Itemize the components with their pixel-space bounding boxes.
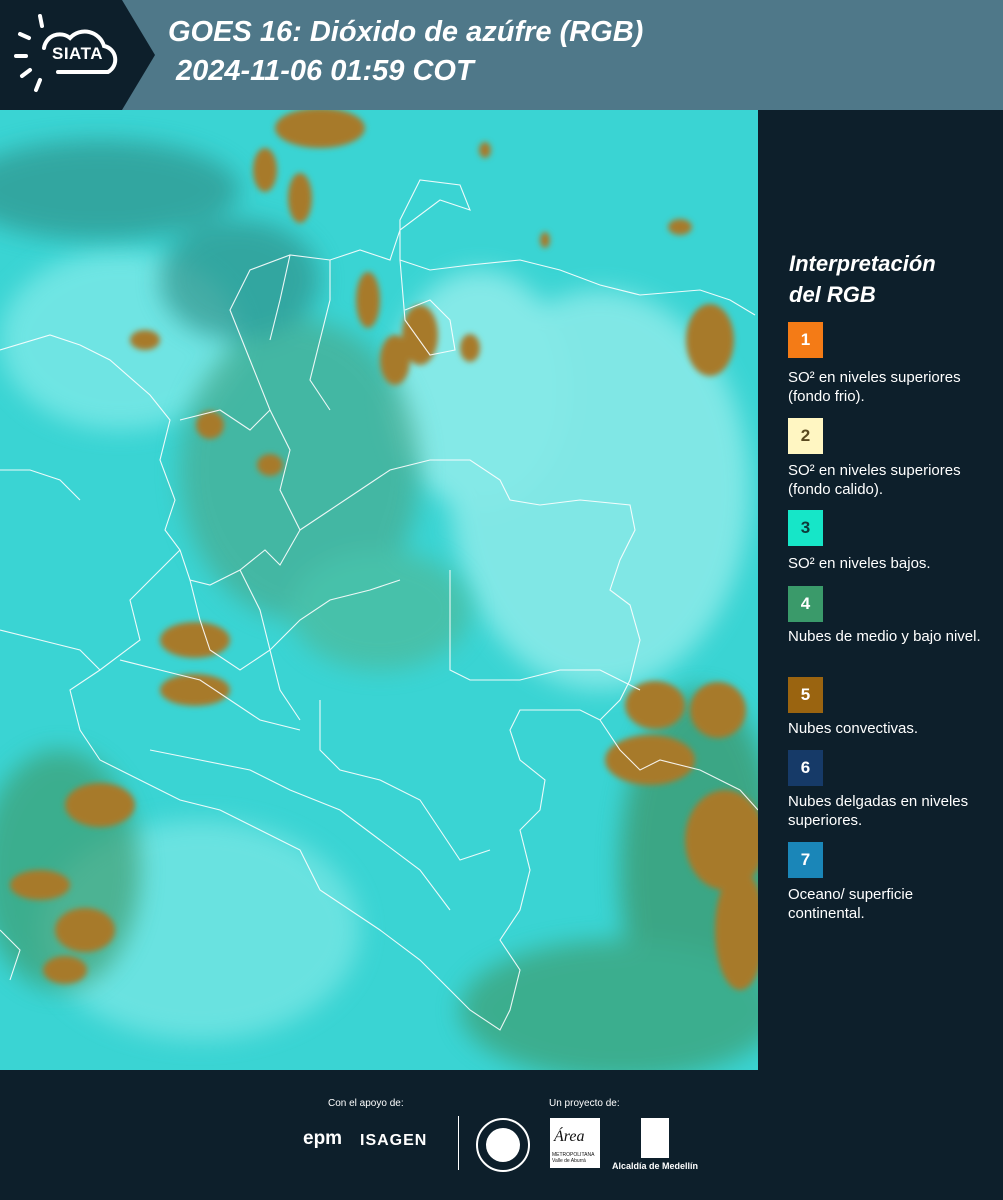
alcaldia-label: Alcaldía de Medellín — [612, 1161, 699, 1171]
legend-number-2: 2 — [800, 426, 811, 445]
legend-number-5: 5 — [800, 685, 811, 704]
isagen-logo: ISAGEN — [360, 1132, 428, 1149]
legend-swatch-6: 6 — [788, 750, 823, 786]
legend-label-7: Oceano/ superficie continental. — [788, 886, 914, 922]
legend-title: Interpretación del RGB — [789, 248, 989, 310]
legend-swatch-5: 5 — [788, 677, 823, 713]
legend-label-2: SO² en niveles superiores (fondo calido)… — [788, 462, 961, 498]
legend-swatch-2: 2 — [788, 418, 823, 454]
footer: Con el apoyo de: Un proyecto de: epm ISA… — [0, 1070, 1003, 1200]
legend-panel: Interpretación del RGB 1 SO² en niveles … — [758, 110, 1003, 1070]
legend-label-5: Nubes convectivas. — [788, 720, 919, 737]
legend-number-4: 4 — [800, 594, 811, 613]
legend-swatch-4: 4 — [788, 586, 823, 622]
alcaldia-shield-icon — [641, 1118, 669, 1158]
support-label: Con el apoyo de: — [328, 1098, 404, 1109]
area-logo-text: Área — [554, 1128, 585, 1145]
satellite-map[interactable] — [0, 110, 758, 1070]
medellin-seal-icon — [476, 1118, 530, 1172]
legend-title-line1: Interpretación — [789, 251, 936, 276]
legend-label-6: Nubes delgadas en niveles superiores. — [788, 793, 969, 829]
legend-swatch-1: 1 — [788, 322, 823, 358]
legend-number-3: 3 — [800, 518, 811, 537]
legend-title-line2: del RGB — [789, 282, 876, 307]
legend-number-6: 6 — [800, 758, 811, 777]
legend-swatch-7: 7 — [788, 842, 823, 878]
siata-logo: SIATA — [0, 0, 155, 110]
area-logo-subtext: METROPOLITANA Valle de Aburrá — [552, 1152, 595, 1164]
header-bar: SIATA GOES 16: Dióxido de azúfre (RGB) 2… — [0, 0, 1003, 110]
legend-swatch-3: 3 — [788, 510, 823, 546]
logo-text: SIATA — [52, 44, 103, 63]
legend-label-4: Nubes de medio y bajo nivel. — [788, 628, 981, 645]
rgb-satellite-image — [0, 110, 758, 1070]
legend-number-1: 1 — [800, 330, 811, 349]
epm-logo: epm — [303, 1128, 343, 1149]
area-metropolitana-logo: Área METROPOLITANA Valle de Aburrá — [550, 1118, 600, 1168]
legend-label-1: SO² en niveles superiores (fondo frio). — [788, 369, 961, 405]
page-timestamp: 2024-11-06 01:59 COT — [176, 55, 474, 87]
project-label: Un proyecto de: — [549, 1098, 620, 1109]
footer-divider — [458, 1116, 459, 1170]
page-title: GOES 16: Dióxido de azúfre (RGB) — [168, 16, 644, 48]
legend-number-7: 7 — [800, 850, 811, 869]
legend-label-3: SO² en niveles bajos. — [788, 555, 931, 572]
